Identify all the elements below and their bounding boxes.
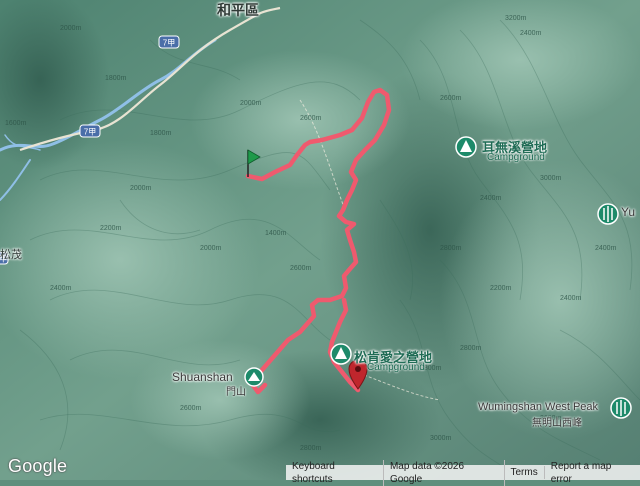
- camp-sub-label: Campground: [487, 152, 545, 163]
- contour-label: 2600m: [180, 405, 202, 412]
- contour-label: 1800m: [105, 75, 127, 82]
- wumingshan-west-sub-label: 無明山西峰: [532, 418, 582, 429]
- contour-label: 2800m: [460, 345, 482, 352]
- campground-icon[interactable]: [455, 136, 477, 158]
- road-shield: 7甲: [79, 124, 101, 138]
- attribution-bar: Keyboard shortcuts Map data ©2026 Google…: [286, 459, 640, 486]
- contour-label: 1600m: [5, 120, 27, 127]
- contour-label: 2600m: [440, 95, 462, 102]
- shuanshan-peak-icon[interactable]: [244, 367, 264, 387]
- hiking-icon[interactable]: [610, 397, 632, 419]
- contour-label: 2400m: [480, 195, 502, 202]
- contour-label: 2600m: [300, 115, 322, 122]
- road-shield-label: 7甲: [84, 128, 96, 137]
- yu-partial-label[interactable]: Yu: [621, 205, 635, 219]
- contour-label: 1400m: [265, 230, 287, 237]
- shuanshan-label[interactable]: Shuanshan: [172, 370, 233, 384]
- contour-label: 2200m: [490, 285, 512, 292]
- contour-label: 2000m: [240, 100, 262, 107]
- hiking-icon[interactable]: [597, 203, 619, 225]
- contour-label: 3000m: [540, 175, 562, 182]
- road-shield: 7甲: [158, 35, 180, 49]
- contour-label: 3200m: [505, 15, 527, 22]
- contour-label: 2400m: [595, 245, 617, 252]
- contour-label: 1800m: [150, 130, 172, 137]
- camp-sub-label: Campground: [367, 362, 425, 373]
- campground-icon[interactable]: [330, 343, 352, 365]
- contour-label: 3000m: [430, 435, 452, 442]
- terms-link[interactable]: Terms: [505, 466, 545, 479]
- contour-label: 2800m: [300, 445, 322, 452]
- contour-label: 2200m: [100, 225, 122, 232]
- contour-label: 2000m: [60, 25, 82, 32]
- road-shield-label: 7甲: [163, 39, 175, 48]
- contour-label: 2400m: [560, 295, 582, 302]
- district-label: 和平區: [217, 2, 259, 18]
- contour-label: 2800m: [440, 245, 462, 252]
- map-data-text: Map data ©2026 Google: [384, 459, 505, 486]
- contour-label: 2000m: [200, 245, 222, 252]
- wumingshan-west-label[interactable]: Wumingshan West Peak: [478, 401, 598, 413]
- contour-label: 2400m: [50, 285, 72, 292]
- google-logo: Google: [8, 456, 68, 476]
- songmao-label: 松茂: [0, 249, 22, 261]
- contour-label: 2400m: [520, 30, 542, 37]
- report-error-link[interactable]: Report a map error: [545, 460, 640, 486]
- contour-label: 2600m: [290, 265, 312, 272]
- contour-label: 2000m: [130, 185, 152, 192]
- keyboard-shortcuts-link[interactable]: Keyboard shortcuts: [286, 459, 384, 486]
- shuanshan-sub-label: 門山: [226, 387, 246, 398]
